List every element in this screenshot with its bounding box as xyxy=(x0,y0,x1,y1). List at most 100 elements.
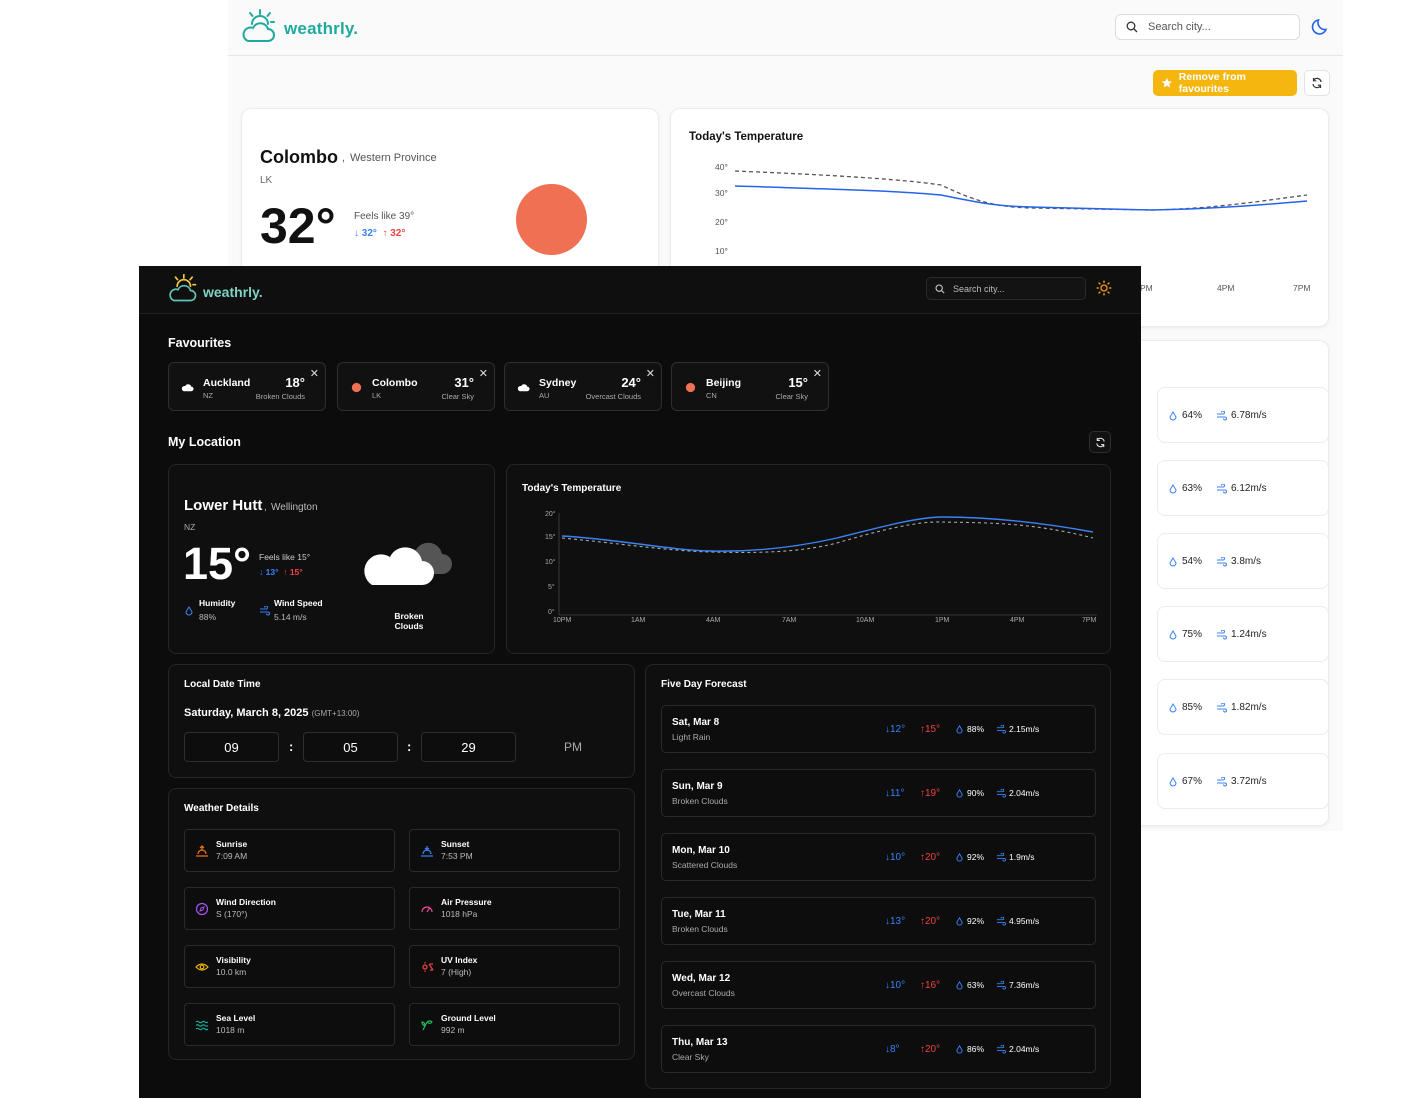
humidity-value: 54% xyxy=(1182,556,1203,567)
wind-value: 1.82m/s xyxy=(1231,702,1267,713)
search-icon xyxy=(935,283,945,294)
humidity-value: 88% xyxy=(967,724,985,734)
humidity-value: 75% xyxy=(1182,629,1203,640)
five-day-forecast-card: Five Day Forecast Sat, Mar 8 Light Rain … xyxy=(645,664,1111,1089)
favourite-card-sydney[interactable]: Sydney AU 24° Overcast Clouds ✕ xyxy=(504,362,662,411)
detail-sunrise: Sunrise 7:09 AM xyxy=(184,829,395,872)
my-location-title: My Location xyxy=(168,435,241,449)
refresh-icon xyxy=(1095,437,1105,447)
wind-speed-value: 5.14 m/s xyxy=(274,612,307,622)
refresh-button[interactable] xyxy=(1304,70,1330,96)
dark-header: weathrly. Search city... xyxy=(139,266,1141,314)
wind-icon xyxy=(996,852,1006,862)
close-icon[interactable]: ✕ xyxy=(646,367,655,380)
forecast-desc: Broken Clouds xyxy=(672,796,728,806)
light-logo[interactable]: weathrly. xyxy=(240,8,358,44)
favourite-card-auckland[interactable]: Auckland NZ 18° Broken Clouds ✕ xyxy=(168,362,326,411)
min-temp: ↓ 32° xyxy=(354,228,377,239)
wind-speed-stat: Wind Speed 5.14 m/s xyxy=(259,598,323,622)
x-tick: 7AM xyxy=(782,617,797,624)
feels-like: Feels like 15° xyxy=(259,552,311,562)
detail-air-pressure: Air Pressure 1018 hPa xyxy=(409,887,620,930)
logo-cloud-sun-icon xyxy=(242,9,275,42)
forecast-day-row: Tue, Mar 11 Broken Clouds ↓13° ↑20° 92% … xyxy=(661,897,1096,945)
favourite-city: Sydney xyxy=(539,377,577,389)
humidity-stat: 54% xyxy=(1168,556,1202,567)
wind-stat: 6.78m/s xyxy=(1216,410,1267,421)
moon-icon[interactable] xyxy=(1311,17,1331,37)
detail-sunset: Sunset 7:53 PM xyxy=(409,829,620,872)
x-tick: 4PM xyxy=(1217,283,1235,293)
refresh-button[interactable] xyxy=(1089,431,1111,453)
forecast-day: Sat, Mar 8 xyxy=(672,717,720,728)
humidity-icon xyxy=(1169,410,1177,420)
wind-value: 2.15m/s xyxy=(1009,724,1040,734)
detail-value: 7:09 AM xyxy=(216,851,248,861)
forecast-min: ↓13° xyxy=(885,916,906,927)
close-icon[interactable]: ✕ xyxy=(479,367,488,380)
search-placeholder: Search city... xyxy=(953,283,1005,294)
close-icon[interactable]: ✕ xyxy=(813,367,822,380)
forecast-max: ↑15° xyxy=(920,724,941,735)
logo-text: weathrly. xyxy=(203,284,263,300)
humidity-icon xyxy=(956,852,963,861)
detail-label: Sea Level xyxy=(216,1013,256,1023)
close-icon[interactable]: ✕ xyxy=(310,367,319,380)
humidity-value: 88% xyxy=(199,612,217,622)
dark-theme-window: weathrly. Search city... Favourites Auck… xyxy=(139,266,1141,1098)
wind-icon xyxy=(996,980,1006,990)
location-card: Lower Hutt , Wellington NZ 15° Feels lik… xyxy=(168,464,495,654)
forecast-humidity: 63% xyxy=(955,980,984,990)
humidity-stat: Humidity 88% xyxy=(184,598,235,622)
forecast-humidity: 92% xyxy=(955,916,984,926)
wind-value: 3.8m/s xyxy=(1231,556,1262,567)
forecast-max: ↑20° xyxy=(920,916,941,927)
dark-logo[interactable]: weathrly. xyxy=(167,273,263,303)
humidity-stat: 85% xyxy=(1168,702,1202,713)
wind-stat: 6.12m/s xyxy=(1216,483,1267,494)
forecast-humidity: 92% xyxy=(955,852,984,862)
favourites-title: Favourites xyxy=(168,336,232,350)
humidity-icon xyxy=(956,1044,963,1053)
forecast-wind: 2.04m/s xyxy=(996,1044,1039,1054)
search-input[interactable]: Search city... xyxy=(1115,14,1300,40)
wind-value: 1.24m/s xyxy=(1231,629,1267,640)
x-tick: 10PM xyxy=(553,617,572,624)
forecast-max: ↑20° xyxy=(920,1044,941,1055)
forecast-min: ↓10° xyxy=(885,852,906,863)
wind-value: 4.95m/s xyxy=(1009,916,1040,926)
wind-icon xyxy=(1217,410,1227,420)
remove-favourite-button[interactable]: Remove from favourites xyxy=(1153,70,1297,96)
gauge-icon xyxy=(421,906,433,913)
search-input[interactable]: Search city... xyxy=(926,277,1086,300)
humidity-icon xyxy=(1169,556,1177,566)
humidity-value: 86% xyxy=(967,1044,985,1054)
condition-label: Broken Clouds xyxy=(394,611,424,631)
broken-clouds-icon xyxy=(364,542,452,585)
favourite-card-beijing[interactable]: Beijing CN 15° Clear Sky ✕ xyxy=(671,362,829,411)
timezone: (GMT+13:00) xyxy=(311,709,360,718)
detail-label: Air Pressure xyxy=(441,897,492,907)
detail-visibility: Visibility 10.0 km xyxy=(184,945,395,988)
favourite-temp: 18° xyxy=(285,375,305,390)
forecast-desc: Light Rain xyxy=(672,732,711,742)
humidity-stat: 67% xyxy=(1168,776,1202,787)
waves-icon xyxy=(195,1020,209,1031)
x-tick: 10AM xyxy=(856,617,875,624)
min-max: ↓ 13° ↑ 15° xyxy=(259,567,303,577)
favourite-card-colombo[interactable]: Colombo LK 31° Clear Sky ✕ xyxy=(337,362,495,411)
sun-icon[interactable] xyxy=(1096,280,1112,296)
wind-value: 6.12m/s xyxy=(1231,483,1267,494)
forecast-humidity: 90% xyxy=(955,788,984,798)
forecast-day: Wed, Mar 12 xyxy=(672,973,731,984)
wind-value: 2.04m/s xyxy=(1009,1044,1040,1054)
forecast-day-row: Mon, Mar 10 Scattered Clouds ↓10° ↑20° 9… xyxy=(661,833,1096,881)
sun-dot-icon xyxy=(685,382,696,393)
temperature-chart-card: Today's Temperature 20° 15° 10° 5° 0° 10… xyxy=(506,464,1111,654)
wind-icon xyxy=(996,724,1006,734)
forecast-desc: Scattered Clouds xyxy=(672,860,738,870)
logo-cloud-sun-icon xyxy=(169,273,197,302)
humidity-icon xyxy=(956,916,963,925)
feels-like: Feels like 39° xyxy=(354,211,415,222)
favourite-desc: Clear Sky xyxy=(775,392,808,401)
